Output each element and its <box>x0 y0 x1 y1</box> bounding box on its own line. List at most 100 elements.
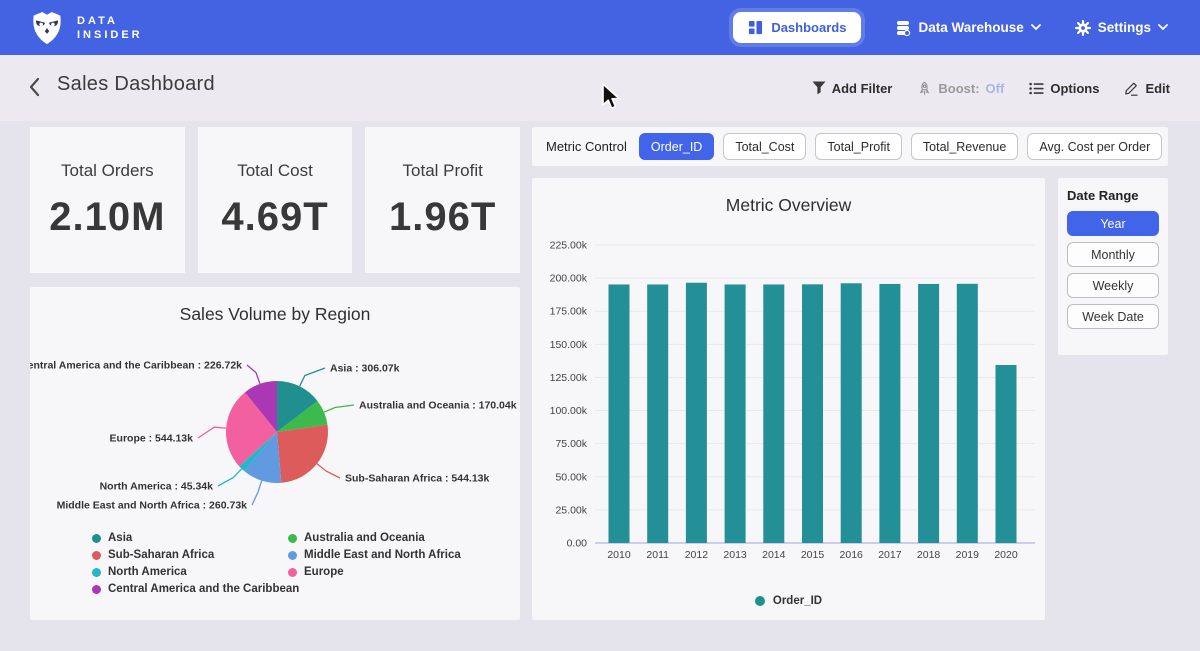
legend-dot <box>92 568 101 577</box>
x-tick-label: 2016 <box>840 549 864 561</box>
metric-control-bar: Metric Control Order_ID Total_Cost Total_P… <box>532 127 1168 166</box>
boost-toggle[interactable]: Boost: Off <box>917 81 1004 96</box>
pie-slice-label: Sub-Saharan Africa : 544.13k <box>345 473 489 485</box>
bar-2019[interactable] <box>957 284 978 543</box>
pie-legend-item-middle-east-and-north-africa[interactable]: Middle East and North Africa <box>288 547 461 564</box>
pie-chart: Asia : 306.07kAustralia and Oceania : 17… <box>30 337 520 527</box>
pie-title: Sales Volume by Region <box>30 304 520 325</box>
brand: DATA INSIDER <box>28 9 143 47</box>
bar-2010[interactable] <box>609 284 630 543</box>
add-filter-label: Add Filter <box>832 81 893 96</box>
bar-2015[interactable] <box>802 284 823 543</box>
kpi-label: Total Profit <box>403 161 483 181</box>
legend-label: Europe <box>304 564 344 581</box>
bar-legend: Order_ID <box>532 595 1045 607</box>
pie-legend-item-north-america[interactable]: North America <box>92 564 299 581</box>
brand-line1: DATA <box>77 14 143 28</box>
legend-dot <box>92 534 101 543</box>
options-button[interactable]: Options <box>1029 81 1099 96</box>
legend-label: Asia <box>108 530 132 547</box>
owl-logo-icon <box>28 9 66 47</box>
pie-slice-label: Central America and the Caribbean : 226.… <box>30 360 242 372</box>
date-range-buttons: Year Monthly Weekly Week Date <box>1067 211 1159 329</box>
pie-slice-label: Middle East and North Africa : 260.73k <box>57 500 248 512</box>
dashboards-button[interactable]: Dashboards <box>733 12 861 43</box>
pie-slice-label: Europe : 544.13k <box>110 433 194 445</box>
kpi-value: 1.96T <box>389 195 496 240</box>
y-tick-label: 75.00k <box>555 438 587 450</box>
legend-dot <box>288 534 297 543</box>
kpi-label: Total Orders <box>61 161 154 181</box>
pie-callout-line <box>324 405 354 412</box>
bar-chart-card: Metric Overview 225.00k200.00k175.00k150… <box>532 178 1045 620</box>
pie-legend-item-australia-and-oceania[interactable]: Australia and Oceania <box>288 530 461 547</box>
x-tick-label: 2012 <box>685 549 709 561</box>
edit-button[interactable]: Edit <box>1124 81 1170 96</box>
kpi-value: 4.69T <box>221 195 328 240</box>
bar-2013[interactable] <box>725 284 746 543</box>
settings-menu[interactable]: Settings <box>1075 20 1168 36</box>
y-tick-label: 200.00k <box>550 273 588 285</box>
y-tick-label: 50.00k <box>555 471 587 483</box>
header-actions: Add Filter Boost: Off <box>812 55 1170 121</box>
bar-2017[interactable] <box>879 284 900 543</box>
bar-2016[interactable] <box>841 283 862 543</box>
brand-line2: INSIDER <box>77 28 143 42</box>
pie-legend-item-central-america-and-the-caribbean[interactable]: Central America and the Caribbean <box>92 581 299 598</box>
navbar-menu: Dashboards Data Warehouse <box>733 12 1168 43</box>
date-range-weekly[interactable]: Weekly <box>1067 273 1159 298</box>
kpi-card-total-orders: Total Orders 2.10M <box>30 127 185 273</box>
x-tick-label: 2014 <box>762 549 786 561</box>
date-range-year[interactable]: Year <box>1067 211 1159 236</box>
bar-2018[interactable] <box>918 284 939 543</box>
metric-buttons: Order_ID Total_Cost Total_Profit Total_Reve… <box>639 133 1162 160</box>
dashboard-grid-icon <box>748 20 763 35</box>
pie-slice-sub-saharan-africa[interactable] <box>277 425 328 483</box>
kpi-value: 2.10M <box>49 195 165 240</box>
chevron-down-icon <box>1031 24 1041 31</box>
date-range-monthly[interactable]: Monthly <box>1067 242 1159 267</box>
page-header: Sales Dashboard Add Filter <box>0 55 1200 121</box>
pie-legend-item-asia[interactable]: Asia <box>92 530 299 547</box>
pie-legend-right: Australia and OceaniaMiddle East and Nor… <box>288 530 461 581</box>
metric-chip-order-id[interactable]: Order_ID <box>639 133 714 160</box>
rocket-icon <box>917 81 932 96</box>
page-title: Sales Dashboard <box>57 73 215 96</box>
x-tick-label: 2013 <box>723 549 747 561</box>
bar-2020[interactable] <box>996 365 1017 543</box>
y-tick-label: 100.00k <box>550 405 588 417</box>
y-tick-label: 225.00k <box>550 240 588 252</box>
legend-label: North America <box>108 564 187 581</box>
kpi-label: Total Cost <box>237 161 313 181</box>
list-icon <box>1029 82 1044 95</box>
kpi-row: Total Orders 2.10M Total Cost 4.69T Total Pr… <box>30 127 520 273</box>
date-range-week-date[interactable]: Week Date <box>1067 304 1159 329</box>
data-warehouse-menu[interactable]: Data Warehouse <box>895 20 1040 36</box>
legend-label: Sub-Saharan Africa <box>108 547 214 564</box>
bar-2011[interactable] <box>647 284 668 543</box>
metric-chip-total-cost[interactable]: Total_Cost <box>723 133 806 160</box>
add-filter-button[interactable]: Add Filter <box>812 81 893 96</box>
data-warehouse-label: Data Warehouse <box>918 20 1023 35</box>
x-tick-label: 2018 <box>917 549 941 561</box>
pie-callout-line <box>218 469 242 486</box>
back-button[interactable] <box>28 76 41 98</box>
pie-legend-item-sub-saharan-africa[interactable]: Sub-Saharan Africa <box>92 547 299 564</box>
database-icon <box>895 20 911 36</box>
metric-chip-total-revenue[interactable]: Total_Revenue <box>911 133 1018 160</box>
bar-2014[interactable] <box>763 284 784 543</box>
x-tick-label: 2010 <box>607 549 631 561</box>
pie-legend-item-europe[interactable]: Europe <box>288 564 461 581</box>
bar-chart: 225.00k200.00k175.00k150.00k125.00k100.0… <box>532 233 1045 573</box>
y-tick-label: 25.00k <box>555 504 587 516</box>
legend-dot <box>92 551 101 560</box>
dashboards-label: Dashboards <box>771 20 846 35</box>
metric-chip-avg-cost-per-order[interactable]: Avg. Cost per Order <box>1027 133 1162 160</box>
legend-label: Middle East and North Africa <box>304 547 461 564</box>
date-range-card: Date Range YearMonthlyWeeklyWeek Date <box>1058 178 1168 355</box>
app-root: DATA INSIDER Dashboards D <box>0 0 1200 651</box>
metric-control-label: Metric Control <box>546 139 627 154</box>
bar-2012[interactable] <box>686 283 707 543</box>
metric-chip-total-profit[interactable]: Total_Profit <box>815 133 902 160</box>
x-tick-label: 2011 <box>646 549 669 561</box>
